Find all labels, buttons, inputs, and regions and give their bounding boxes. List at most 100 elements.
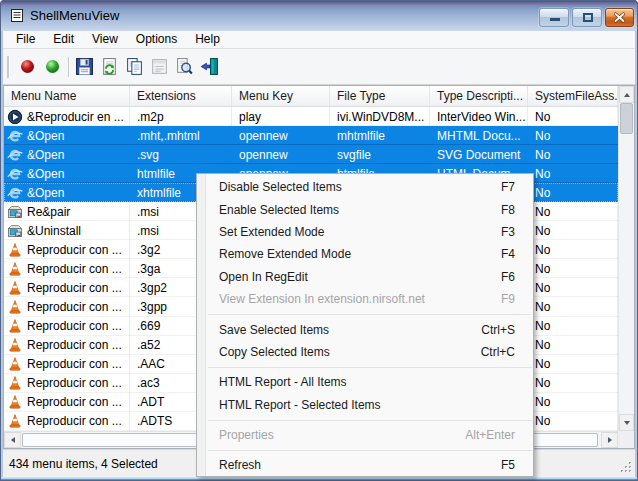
- title-bar: ShellMenuView: [0, 0, 638, 31]
- scroll-down-button[interactable]: [619, 414, 634, 431]
- table-row[interactable]: &Open.mht,.mhtmlopennewmhtmlfileMHTML Do…: [4, 126, 618, 145]
- column-header[interactable]: Type Descripti...: [430, 86, 528, 106]
- menubar-item-help[interactable]: Help: [186, 31, 229, 48]
- app-icon: [10, 8, 24, 23]
- refresh-button[interactable]: [97, 54, 122, 79]
- properties-icon: [150, 57, 169, 76]
- save-icon: [75, 57, 94, 76]
- scroll-up-icon: [624, 93, 630, 97]
- context-menu-item: PropertiesAlt+Enter: [197, 424, 533, 446]
- scroll-left-icon: [11, 437, 15, 443]
- table-cell: &Open: [4, 126, 130, 145]
- table-row[interactable]: &Reproducir en ....m2pplayivi.WinDVD8M..…: [4, 107, 618, 126]
- menu-separator: [197, 416, 533, 424]
- msi-icon: [7, 204, 23, 220]
- scroll-up-button[interactable]: [619, 86, 634, 103]
- menubar-item-file[interactable]: File: [7, 31, 44, 48]
- vlc-icon: [7, 413, 23, 429]
- vlc-icon: [7, 261, 23, 277]
- exit-button[interactable]: [197, 54, 222, 79]
- cell-text: Reproducir con ...: [27, 357, 122, 371]
- table-cell: opennew: [232, 145, 330, 164]
- close-button[interactable]: [605, 8, 634, 27]
- table-cell: Reproducir con ...: [4, 355, 130, 374]
- context-menu-item[interactable]: Save Selected Items Ctrl+S: [197, 318, 533, 340]
- save-button[interactable]: [72, 54, 97, 79]
- context-menu-item[interactable]: Set Extended ModeF3: [197, 221, 533, 243]
- toolbar: [3, 48, 635, 85]
- menu-item-label: Set Extended Mode: [197, 225, 324, 239]
- column-header[interactable]: SystemFileAss.: [528, 86, 618, 106]
- menu-separator: [197, 446, 533, 454]
- caption-buttons: [536, 8, 634, 27]
- cell-text: Reproducir con ...: [27, 338, 122, 352]
- menu-separator: [197, 310, 533, 318]
- copy-icon: [125, 57, 144, 76]
- menu-separator: [197, 363, 533, 371]
- minimize-button[interactable]: [539, 8, 569, 27]
- window-title: ShellMenuView: [30, 8, 119, 23]
- context-menu: Disable Selected ItemsF7Enable Selected …: [196, 173, 534, 477]
- cell-text: Reproducir con ...: [27, 319, 122, 333]
- column-header[interactable]: Menu Name: [4, 86, 130, 106]
- cell-text: &Open: [27, 186, 64, 200]
- context-menu-item[interactable]: RefreshF5: [197, 454, 533, 476]
- resize-grip[interactable]: [620, 461, 633, 474]
- enable-selected-button[interactable]: [40, 54, 65, 79]
- column-header[interactable]: Extensions: [130, 86, 232, 106]
- vertical-scrollbar[interactable]: [618, 86, 634, 431]
- scroll-right-icon: [608, 437, 612, 443]
- context-menu-item[interactable]: Copy Selected ItemsCtrl+C: [197, 341, 533, 363]
- menu-item-label: View Extension In extension.nirsoft.net: [197, 292, 425, 306]
- menu-item-shortcut: Ctrl+C: [481, 345, 533, 359]
- disable-selected-button[interactable]: [15, 54, 40, 79]
- copy-button[interactable]: [122, 54, 147, 79]
- vlc-icon: [7, 375, 23, 391]
- vlc-icon: [7, 242, 23, 258]
- ie-icon: [7, 147, 23, 163]
- table-cell: No: [528, 393, 618, 412]
- red-circle-icon: [21, 60, 34, 73]
- context-menu-item[interactable]: Remove Extended ModeF4: [197, 243, 533, 265]
- context-menu-item[interactable]: Open In RegEditF6: [197, 266, 533, 288]
- table-cell: Reproducir con ...: [4, 317, 130, 336]
- cell-text: Reproducir con ...: [27, 281, 122, 295]
- table-cell: mhtmlfile: [330, 126, 430, 145]
- menu-item-label: HTML Report - All Items: [197, 375, 347, 389]
- scroll-right-button[interactable]: [601, 432, 618, 448]
- table-row[interactable]: &Open.svgopennewsvgfileSVG DocumentNo: [4, 145, 618, 164]
- column-header[interactable]: Menu Key: [232, 86, 330, 106]
- context-menu-item[interactable]: Disable Selected ItemsF7: [197, 176, 533, 198]
- table-cell: svgfile: [330, 145, 430, 164]
- table-cell: play: [232, 107, 330, 126]
- menu-item-shortcut: F9: [501, 292, 533, 306]
- table-cell: Re&pair: [4, 202, 130, 221]
- context-menu-item[interactable]: HTML Report - All Items: [197, 371, 533, 393]
- cell-text: &Open: [27, 148, 64, 162]
- table-cell: .m2p: [130, 107, 232, 126]
- ie-icon: [7, 128, 23, 144]
- context-menu-item[interactable]: HTML Report - Selected Items: [197, 394, 533, 416]
- column-header[interactable]: File Type: [330, 86, 430, 106]
- maximize-button[interactable]: [572, 8, 602, 27]
- find-button[interactable]: [172, 54, 197, 79]
- cell-text: Reproducir con ...: [27, 262, 122, 276]
- vertical-scroll-thumb[interactable]: [620, 103, 633, 134]
- table-cell: &Reproducir en ...: [4, 107, 130, 126]
- scrollbar-corner: [618, 431, 634, 448]
- menubar-item-view[interactable]: View: [83, 31, 127, 48]
- context-menu-items: Disable Selected ItemsF7Enable Selected …: [197, 176, 533, 477]
- status-text: 434 menu items, 4 Selected: [9, 457, 158, 471]
- menu-item-label: Refresh: [197, 458, 261, 472]
- table-cell: No: [528, 374, 618, 393]
- table-cell: SVG Document: [430, 145, 528, 164]
- scroll-left-button[interactable]: [4, 432, 21, 448]
- menu-item-label: Save Selected Items: [197, 323, 329, 337]
- list-header: Menu NameExtensionsMenu KeyFile TypeType…: [4, 86, 618, 107]
- menubar-item-edit[interactable]: Edit: [44, 31, 83, 48]
- ie-icon: [7, 185, 23, 201]
- context-menu-item[interactable]: Enable Selected ItemsF8: [197, 198, 533, 220]
- vlc-icon: [7, 280, 23, 296]
- menu-item-shortcut: Ctrl+S: [481, 323, 533, 337]
- menubar-item-options[interactable]: Options: [127, 31, 186, 48]
